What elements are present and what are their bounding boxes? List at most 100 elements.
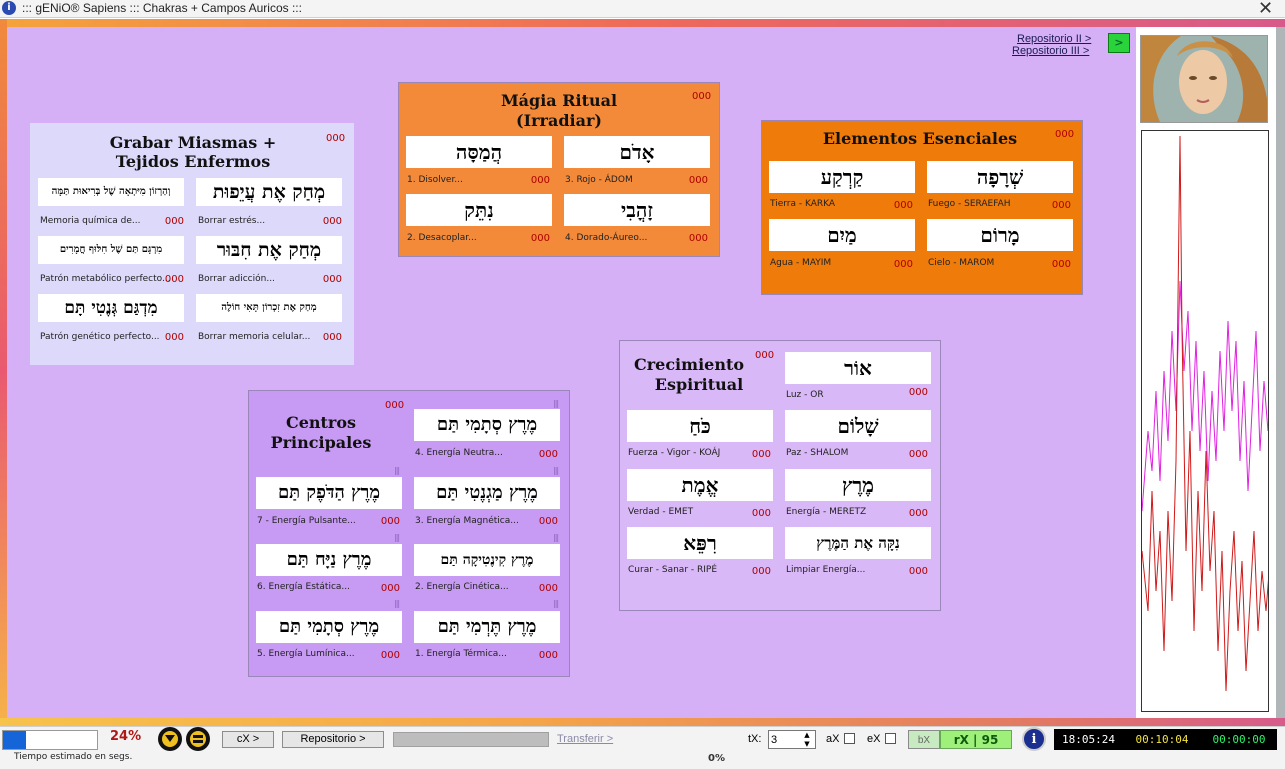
info-icon[interactable]: i bbox=[1022, 727, 1046, 751]
transfer-percent: 0% bbox=[708, 753, 725, 764]
crecimiento-card-1[interactable]: אוֹר bbox=[785, 352, 931, 384]
crecimiento-count-6: 000 bbox=[751, 566, 771, 577]
centros-card-4[interactable]: מֶרֶץ נַיָּח תַּם bbox=[256, 544, 402, 576]
grabar-count-5: 000 bbox=[164, 332, 184, 343]
magia-card-3[interactable]: נִתֵּק bbox=[406, 194, 552, 226]
magia-card-1[interactable]: הֲמַסָּה bbox=[406, 136, 552, 168]
centros-card-2[interactable]: מֶרֶץ הַדֹּפֶק תַּם bbox=[256, 477, 402, 509]
crecimiento-count-1: 000 bbox=[908, 387, 928, 398]
grabar-card-2[interactable]: מְחַק אֶת עֲיֵפוּת bbox=[196, 178, 342, 206]
go-button[interactable]: > bbox=[1108, 33, 1130, 53]
close-icon[interactable]: ✕ bbox=[1258, 0, 1273, 19]
grabar-card-1[interactable]: וְהַרְזוֹן מִיּתְאָה שֶׁל בְּרִיאוּת תַּ… bbox=[38, 178, 184, 206]
centros-count-5: 000 bbox=[538, 583, 558, 594]
repositorio-ii-link[interactable]: Repositorio II > bbox=[1017, 33, 1091, 45]
magia-card-4[interactable]: זָהֳבִי bbox=[564, 194, 710, 226]
elementos-card-2[interactable]: שְׁרָפָה bbox=[927, 161, 1073, 193]
magia-card-2[interactable]: אָדֹם bbox=[564, 136, 710, 168]
crecimiento-count-5: 000 bbox=[908, 508, 928, 519]
panel-magia-count: 000 bbox=[692, 91, 712, 102]
magia-count-4: 000 bbox=[688, 233, 708, 244]
centros-bars-1: ||| bbox=[553, 399, 559, 408]
grabar-count-1: 000 bbox=[164, 216, 184, 227]
centros-label-4: 6. Energía Estática... bbox=[257, 582, 351, 592]
panel-magia-title: Mágia Ritual bbox=[500, 91, 618, 110]
spin-down-icon[interactable]: ▼ bbox=[800, 740, 814, 748]
ax-label: aX bbox=[826, 733, 840, 745]
centros-label-3: 3. Energía Magnética... bbox=[415, 516, 519, 526]
elementos-label-3: Agua - MAYIM bbox=[770, 258, 832, 268]
panel-magia-subtitle: (Irradiar) bbox=[516, 111, 602, 130]
panel-crecimiento-title: Crecimiento bbox=[633, 355, 745, 374]
ax-checkbox[interactable] bbox=[844, 733, 855, 744]
repositorio-button[interactable]: Repositorio > bbox=[282, 731, 384, 748]
elementos-label-1: Tierra - KARKA bbox=[770, 199, 836, 209]
crecimiento-card-7[interactable]: נִקָּה אֶת הַמֶּרֶץ bbox=[785, 527, 931, 559]
chevron-down-icon[interactable] bbox=[158, 727, 182, 751]
centros-count-4: 000 bbox=[380, 583, 400, 594]
centros-card-1[interactable]: מֶרֶץ סְתָמִי תַּם bbox=[414, 409, 560, 441]
centros-label-5: 2. Energía Cinética... bbox=[415, 582, 509, 592]
panel-grabar-subtitle: Tejidos Enfermos bbox=[115, 152, 271, 171]
ex-label: eX bbox=[867, 733, 881, 745]
window-title: ::: gENiO® Sapiens ::: Chakras + Campos … bbox=[22, 1, 302, 15]
grabar-card-5[interactable]: מִדְגַּם גְּנֶטִי תָּם bbox=[38, 294, 184, 322]
transferir-link[interactable]: Transferir > bbox=[557, 733, 613, 745]
centros-card-7[interactable]: מֶרֶץ תֶּרְמִי תַּם bbox=[414, 611, 560, 643]
right-scroll-edge[interactable] bbox=[1276, 27, 1285, 718]
cx-button[interactable]: cX > bbox=[222, 731, 274, 748]
grabar-card-4[interactable]: מְחַק אֶת חִבּוּר bbox=[196, 236, 342, 264]
centros-card-6[interactable]: מֶרֶץ סְתָמִי תַּם bbox=[256, 611, 402, 643]
panel-crecimiento-count: 000 bbox=[755, 350, 775, 361]
centros-label-1: 4. Energía Neutra... bbox=[415, 448, 503, 458]
transfer-progress bbox=[393, 732, 549, 747]
progress-bar bbox=[2, 730, 98, 750]
estimated-time-label: Tiempo estimado en segs. bbox=[14, 752, 133, 762]
crecimiento-count-2: 000 bbox=[751, 449, 771, 460]
frame-left-border bbox=[0, 19, 7, 725]
ex-checkbox[interactable] bbox=[885, 733, 896, 744]
clock-elapsed: 00:10:04 bbox=[1123, 729, 1201, 750]
repositorio-iii-link[interactable]: Repositorio III > bbox=[1012, 45, 1089, 57]
centros-label-2: 7 - Energía Pulsante... bbox=[257, 516, 356, 526]
equals-icon[interactable] bbox=[186, 727, 210, 751]
grabar-card-6[interactable]: מְחַק אֶת זִכְרוֹן תָּאִי חוֹלֶה bbox=[196, 294, 342, 322]
elementos-card-3[interactable]: מַיִם bbox=[769, 219, 915, 251]
elementos-label-4: Cielo - MAROM bbox=[928, 258, 995, 268]
centros-count-1: 000 bbox=[538, 449, 558, 460]
bx-button[interactable]: bX bbox=[908, 730, 940, 749]
centros-bars-2: ||| bbox=[394, 466, 400, 475]
elementos-card-1[interactable]: קַרְקַע bbox=[769, 161, 915, 193]
crecimiento-label-4: Verdad - EMET bbox=[628, 507, 694, 517]
grabar-card-3[interactable]: מִרְגָּם תַּם שֶׁל חִלּוּף חֳמָרִים bbox=[38, 236, 184, 264]
portrait-image bbox=[1140, 35, 1268, 123]
elementos-count-2: 000 bbox=[1051, 200, 1071, 211]
magia-label-2: 3. Rojo - ÁDOM bbox=[565, 175, 633, 185]
panel-centros-subtitle: Principales bbox=[270, 433, 372, 452]
centros-card-5[interactable]: מֶרֶץ קִינֶטִיקָה תַּם bbox=[414, 544, 560, 576]
panel-crecimiento-subtitle: Espiritual bbox=[654, 375, 744, 394]
spin-up-icon[interactable]: ▲ bbox=[800, 731, 814, 739]
magia-count-3: 000 bbox=[530, 233, 550, 244]
grabar-label-3: Patrón metabólico perfecto... bbox=[40, 274, 171, 284]
crecimiento-card-6[interactable]: רִפֵּא bbox=[627, 527, 773, 559]
tx-label: tX: bbox=[748, 733, 762, 745]
crecimiento-label-7: Limpiar Energía... bbox=[786, 565, 866, 575]
centros-bars-3: ||| bbox=[553, 466, 559, 475]
crecimiento-card-4[interactable]: אֱמֶת bbox=[627, 469, 773, 501]
centros-bars-6: ||| bbox=[394, 599, 400, 608]
crecimiento-card-2[interactable]: כֹּחַ bbox=[627, 410, 773, 442]
rx-indicator[interactable]: rX | 95 bbox=[940, 730, 1012, 749]
signal-graph bbox=[1141, 130, 1269, 712]
centros-count-2: 000 bbox=[380, 516, 400, 527]
elementos-card-4[interactable]: מָרוֹם bbox=[927, 219, 1073, 251]
magia-count-1: 000 bbox=[530, 175, 550, 186]
crecimiento-card-5[interactable]: מֶרֶץ bbox=[785, 469, 931, 501]
elementos-count-1: 000 bbox=[893, 200, 913, 211]
frame-bottom-border bbox=[0, 718, 1285, 726]
magia-label-3: 2. Desacoplar... bbox=[407, 233, 477, 243]
crecimiento-label-1: Luz - OR bbox=[786, 390, 824, 400]
info-icon[interactable]: i bbox=[2, 1, 16, 15]
centros-card-3[interactable]: מֶרֶץ מַגְנֶטִי תַּם bbox=[414, 477, 560, 509]
crecimiento-card-3[interactable]: שָׁלוֹם bbox=[785, 410, 931, 442]
